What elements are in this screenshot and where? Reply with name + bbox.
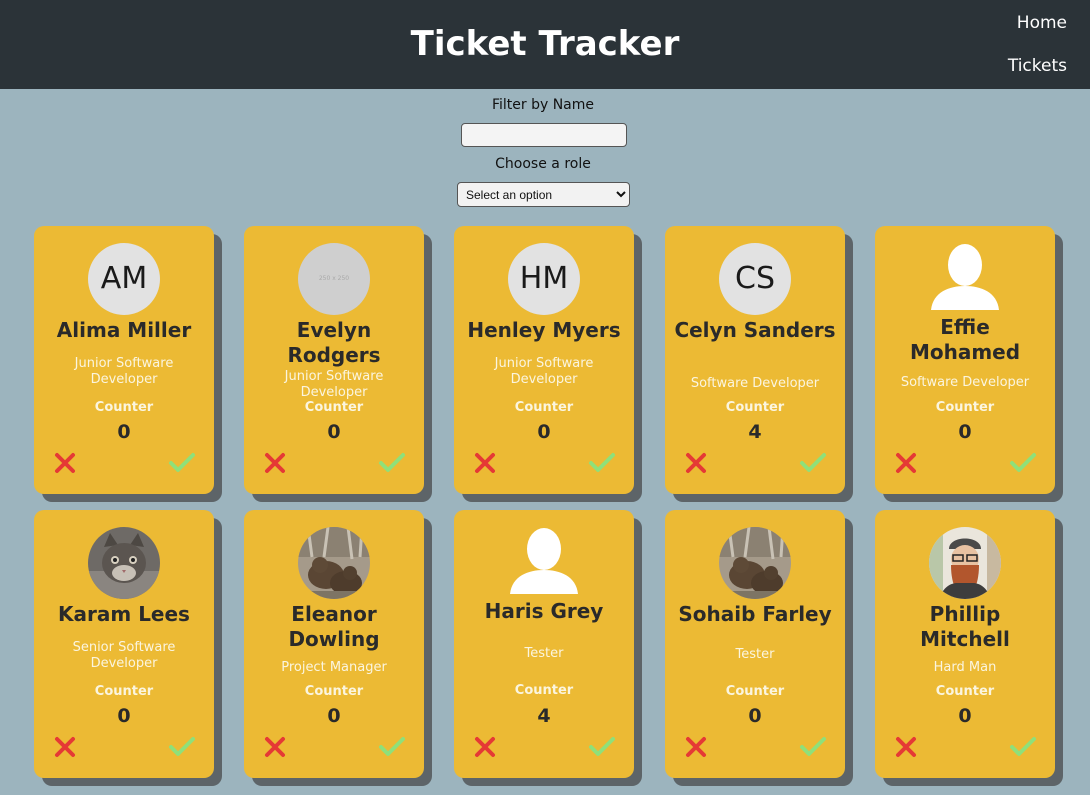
user-name: Karam Lees (58, 602, 190, 626)
user-role: Junior Software Developer (74, 356, 174, 387)
counter-label: Counter (725, 400, 785, 415)
avatar-photo (719, 527, 791, 599)
user-name: Alima Miller (56, 318, 192, 342)
role-label: Choose a role (495, 156, 591, 172)
counter-label: Counter (94, 684, 154, 699)
user-role: Tester (735, 647, 775, 662)
avatar-photo (298, 527, 370, 599)
default-user-icon (929, 240, 1001, 312)
increment-check-icon[interactable] (1009, 452, 1037, 474)
decrement-x-icon[interactable] (685, 736, 707, 758)
counter-value: 4 (748, 421, 762, 443)
user-role: Junior Software Developer (284, 369, 384, 400)
user-card: HM Henley Myers Junior Software Developer C… (454, 226, 634, 494)
avatar-initials: AM (88, 243, 160, 315)
user-role: Senior Software Developer (72, 640, 176, 671)
user-card: AM Alima Miller Junior Software Developer C… (34, 226, 214, 494)
user-role: Project Manager (281, 660, 387, 675)
avatar-placeholder-image: 250 x 250 (298, 243, 370, 315)
counter-value: 0 (748, 705, 762, 727)
user-name: Henley Myers (467, 318, 621, 342)
nav-tickets-link[interactable]: Tickets (1008, 55, 1067, 77)
counter-value: 0 (327, 705, 341, 727)
decrement-x-icon[interactable] (474, 736, 496, 758)
page-title: Ticket Tracker (410, 24, 680, 64)
user-card: Effie Mohamed Software Developer Counter 0 (875, 226, 1055, 494)
decrement-x-icon[interactable] (895, 736, 917, 758)
user-name: Haris Grey (484, 599, 604, 623)
user-card: Eleanor Dowling Project Manager Counter 0 (244, 510, 424, 778)
counter-label: Counter (935, 400, 995, 415)
decrement-x-icon[interactable] (685, 452, 707, 474)
decrement-x-icon[interactable] (264, 736, 286, 758)
increment-check-icon[interactable] (588, 736, 616, 758)
user-role: Junior Software Developer (494, 356, 594, 387)
counter-value: 0 (958, 705, 972, 727)
increment-check-icon[interactable] (168, 452, 196, 474)
decrement-x-icon[interactable] (54, 452, 76, 474)
avatar-initials: CS (719, 243, 791, 315)
filter-name-label: Filter by Name (491, 97, 595, 113)
user-name: Celyn Sanders (674, 318, 836, 342)
counter-label: Counter (514, 400, 574, 415)
decrement-x-icon[interactable] (474, 452, 496, 474)
decrement-x-icon[interactable] (264, 452, 286, 474)
increment-check-icon[interactable] (799, 452, 827, 474)
increment-check-icon[interactable] (1009, 736, 1037, 758)
counter-label: Counter (304, 400, 364, 415)
user-name: Phillip Mitchell (920, 602, 1010, 651)
increment-check-icon[interactable] (799, 736, 827, 758)
avatar-photo (929, 527, 1001, 599)
increment-check-icon[interactable] (378, 452, 406, 474)
user-name: Effie Mohamed (909, 315, 1021, 364)
counter-label: Counter (725, 684, 785, 699)
user-card: Haris Grey Tester Counter 4 (454, 510, 634, 778)
counter-value: 0 (117, 421, 131, 443)
counter-value: 4 (537, 705, 551, 727)
avatar-initials: HM (508, 243, 580, 315)
counter-value: 0 (958, 421, 972, 443)
default-user-icon (508, 524, 580, 596)
app-header: Ticket Tracker Home Tickets (0, 0, 1090, 89)
counter-label: Counter (304, 684, 364, 699)
avatar-photo (88, 527, 160, 599)
counter-label: Counter (935, 684, 995, 699)
increment-check-icon[interactable] (168, 736, 196, 758)
counter-value: 0 (117, 705, 131, 727)
counter-value: 0 (537, 421, 551, 443)
filter-name-input[interactable] (461, 123, 627, 147)
user-name: Sohaib Farley (678, 602, 832, 626)
counter-label: Counter (514, 683, 574, 698)
user-name: Eleanor Dowling (288, 602, 380, 651)
decrement-x-icon[interactable] (54, 736, 76, 758)
role-select[interactable]: Select an option (457, 182, 630, 207)
user-role: Tester (524, 646, 564, 661)
user-card: Karam Lees Senior Software Developer Count… (34, 510, 214, 778)
user-role: Software Developer (690, 376, 820, 391)
user-card: Phillip Mitchell Hard Man Counter 0 (875, 510, 1055, 778)
user-role: Hard Man (933, 660, 997, 675)
user-card: CS Celyn Sanders Software Developer Counter… (665, 226, 845, 494)
user-card: Sohaib Farley Tester Counter 0 (665, 510, 845, 778)
user-role: Software Developer (900, 375, 1030, 390)
nav-home-link[interactable]: Home (1017, 12, 1067, 34)
increment-check-icon[interactable] (588, 452, 616, 474)
decrement-x-icon[interactable] (895, 452, 917, 474)
increment-check-icon[interactable] (378, 736, 406, 758)
user-card: 250 x 250 Evelyn Rodgers Junior Software D… (244, 226, 424, 494)
counter-value: 0 (327, 421, 341, 443)
user-name: Evelyn Rodgers (287, 318, 381, 367)
counter-label: Counter (94, 400, 154, 415)
